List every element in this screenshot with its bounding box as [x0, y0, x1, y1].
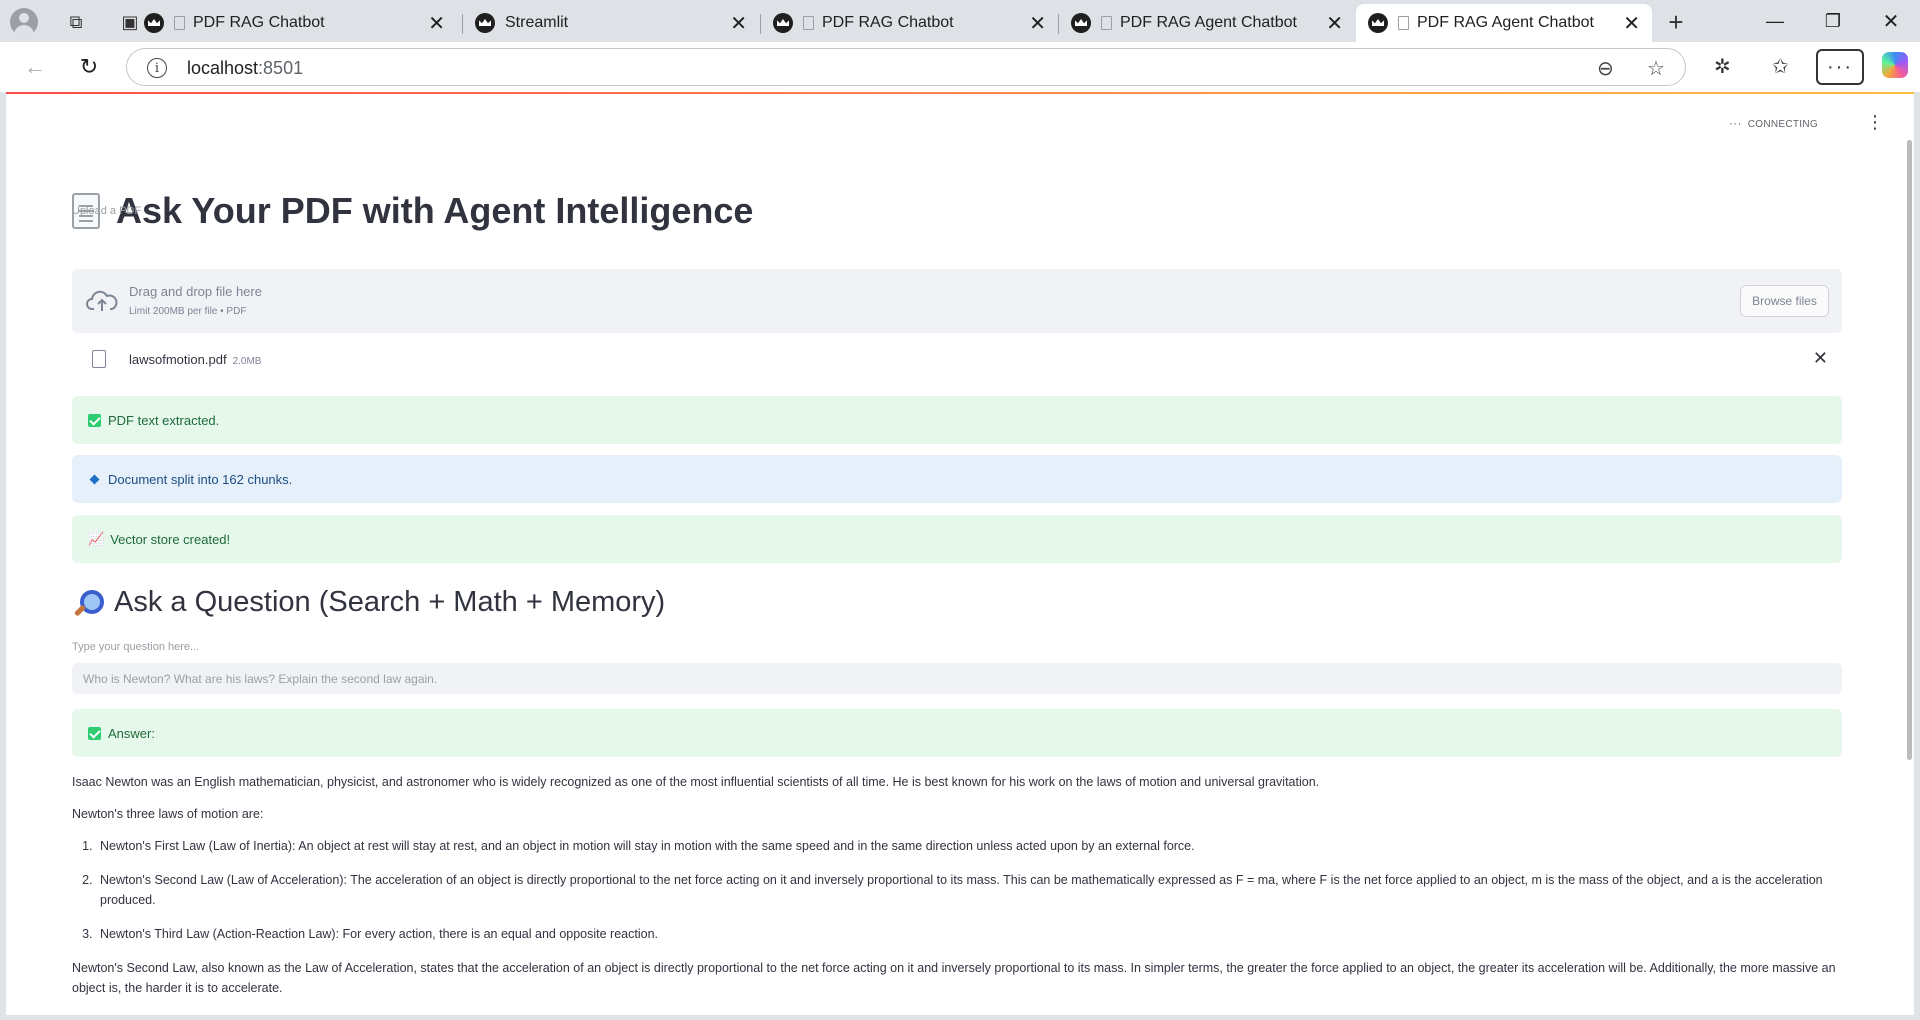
tab-strip: ⧉ ▣ PDF RAG Chatbot ✕ Streamlit ✕ PDF RA… — [0, 0, 1920, 42]
streamlit-favicon-icon — [475, 13, 495, 33]
tab-5-active[interactable]: PDF RAG Agent Chatbot ✕ — [1356, 4, 1652, 42]
settings-more-icon[interactable]: ··· — [1816, 49, 1864, 85]
streamlit-favicon-icon — [144, 13, 164, 33]
dropzone-instructions: Drag and drop file here — [129, 284, 262, 299]
streamlit-favicon-icon — [773, 13, 793, 33]
dropzone-limit: Limit 200MB per file • PDF — [129, 306, 247, 317]
answer-paragraph: Newton's Second Law, also known as the L… — [72, 961, 1836, 995]
cloud-upload-icon — [86, 290, 118, 311]
tab-title: PDF RAG Agent Chatbot — [1120, 14, 1297, 31]
tab-1[interactable]: PDF RAG Chatbot ✕ — [132, 4, 457, 42]
new-tab-icon[interactable]: + — [1662, 7, 1690, 37]
answer-paragraph: Isaac Newton was an English mathematicia… — [72, 775, 1320, 789]
copilot-icon[interactable] — [1882, 52, 1908, 78]
streamlit-favicon-icon — [1071, 13, 1091, 33]
list-item: Newton's Second Law (Law of Acceleration… — [96, 870, 1842, 910]
reload-icon[interactable]: ↻ — [74, 52, 104, 82]
answer-paragraph: Newton's three laws of motion are: — [72, 807, 264, 821]
tab-title: PDF RAG Chatbot — [193, 14, 325, 31]
tab-4[interactable]: PDF RAG Agent Chatbot ✕ — [1059, 4, 1355, 42]
check-mark-icon — [88, 726, 101, 740]
zoom-out-icon[interactable]: ⊖ — [1597, 56, 1614, 81]
laws-list: Newton's First Law (Law of Inertia): An … — [96, 836, 1842, 944]
close-tab-icon[interactable]: ✕ — [730, 11, 747, 36]
status-dots-icon: ··· — [1728, 116, 1742, 130]
page-viewport: ··· CONNECTING ⋮ Ask Your PDF with Agent … — [6, 92, 1914, 1015]
back-icon[interactable]: ← — [20, 52, 50, 82]
profile-avatar-icon[interactable] — [10, 8, 38, 36]
tab-title: PDF RAG Agent Chatbot — [1417, 14, 1594, 31]
main-menu-icon[interactable]: ⋮ — [1866, 112, 1884, 133]
uploaded-file-name: lawsofmotion.pdf 2.0MB — [129, 352, 262, 367]
blue-diamond-icon — [89, 474, 100, 484]
question-input[interactable] — [72, 663, 1842, 694]
url-text[interactable]: localhost:8501 — [187, 58, 303, 79]
tab-2[interactable]: Streamlit ✕ — [463, 4, 759, 42]
alert-answer: Answer: — [72, 709, 1842, 757]
remove-file-icon[interactable]: ✕ — [1813, 348, 1828, 369]
favorite-star-icon[interactable]: ☆ — [1647, 56, 1665, 81]
alert-pdf-extracted: PDF text extracted. — [72, 396, 1842, 444]
streamlit-header-decoration — [6, 92, 1914, 94]
close-tab-icon[interactable]: ✕ — [1326, 11, 1343, 36]
site-info-icon[interactable]: i — [147, 58, 167, 78]
browser-toolbar: ← ↻ i localhost:8501 ⊖ ☆ ✲ ✩ ··· — [0, 42, 1920, 92]
file-icon — [92, 350, 106, 368]
page-title: Ask Your PDF with Agent Intelligence — [72, 190, 753, 232]
streamlit-favicon-icon — [1368, 13, 1388, 33]
list-item: Newton's Third Law (Action-Reaction Law)… — [96, 924, 1842, 944]
close-window-icon[interactable]: ✕ — [1862, 0, 1920, 42]
magnifying-glass-icon — [72, 588, 104, 618]
close-tab-icon[interactable]: ✕ — [428, 11, 445, 36]
minimize-icon[interactable]: — — [1746, 0, 1804, 42]
question-section-header: Ask a Question (Search + Math + Memory) — [72, 586, 665, 619]
extensions-icon[interactable]: ✲ — [1714, 54, 1731, 79]
chart-increasing-icon: 📈 — [88, 531, 105, 546]
question-input-label: Type your question here... — [72, 641, 200, 653]
check-mark-icon — [88, 413, 101, 427]
document-favicon-icon — [803, 16, 814, 30]
workspaces-icon[interactable]: ⧉ — [62, 8, 90, 36]
document-favicon-icon — [1398, 16, 1409, 30]
connection-status: ··· CONNECTING — [1728, 116, 1818, 130]
restore-icon[interactable]: ❐ — [1804, 0, 1862, 42]
file-dropzone[interactable]: Drag and drop file here Limit 200MB per … — [72, 269, 1842, 333]
alert-vector-store: 📈 Vector store created! — [72, 515, 1842, 563]
uploaded-file-row: lawsofmotion.pdf 2.0MB ✕ — [72, 342, 1842, 378]
upload-label: Upload a PDF — [72, 205, 142, 217]
answer-body: Isaac Newton was an English mathematicia… — [72, 772, 1842, 1010]
address-bar[interactable]: i localhost:8501 ⊖ ☆ — [126, 48, 1686, 86]
close-tab-icon[interactable]: ✕ — [1029, 11, 1046, 36]
tab-title: PDF RAG Chatbot — [822, 14, 954, 31]
document-favicon-icon — [174, 16, 185, 30]
tab-3[interactable]: PDF RAG Chatbot ✕ — [761, 4, 1058, 42]
alert-document-split: Document split into 162 chunks. — [72, 455, 1842, 503]
list-item: Newton's First Law (Law of Inertia): An … — [96, 836, 1842, 856]
uploaded-file-size: 2.0MB — [232, 356, 262, 367]
close-tab-icon[interactable]: ✕ — [1623, 11, 1640, 36]
scrollbar[interactable] — [1907, 140, 1912, 760]
favorites-icon[interactable]: ✩ — [1772, 54, 1789, 79]
browse-files-button[interactable]: Browse files — [1740, 285, 1829, 317]
document-favicon-icon — [1101, 16, 1112, 30]
tab-title: Streamlit — [505, 14, 569, 31]
